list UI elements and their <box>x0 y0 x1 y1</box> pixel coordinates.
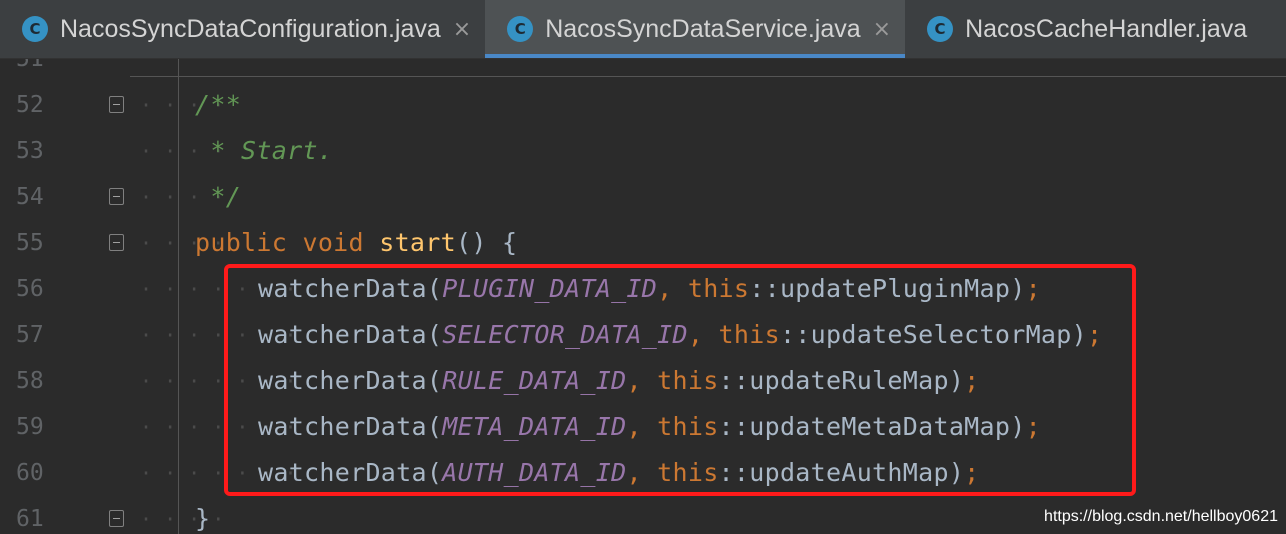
editor-tab-bar: C NacosSyncDataConfiguration.java × C Na… <box>0 0 1286 59</box>
close-icon[interactable]: × <box>873 17 891 42</box>
fold-toggle-icon[interactable] <box>109 510 124 527</box>
code-token: public <box>195 228 288 257</box>
code-token: void <box>302 228 364 257</box>
code-token: start <box>379 228 456 257</box>
code-text[interactable]: */ <box>195 174 241 220</box>
code-text[interactable]: public void start() { <box>195 220 517 266</box>
java-class-icon: C <box>22 16 48 42</box>
code-token: * Start. <box>195 136 334 165</box>
tab-nacos-sync-data-service[interactable]: C NacosSyncDataService.java × <box>485 0 906 58</box>
line-number: 59 <box>16 414 44 440</box>
line-number: 51 <box>16 59 44 72</box>
code-text[interactable]: * Start. <box>195 128 333 174</box>
code-line: 54 · · · · */ <box>0 174 1286 220</box>
highlight-box <box>224 264 1136 496</box>
line-number: 61 <box>16 506 44 532</box>
code-token: /** <box>195 90 242 119</box>
code-line: 55 · · · · public void start() { <box>0 220 1286 266</box>
fold-toggle-icon[interactable] <box>109 234 124 251</box>
code-editor[interactable]: 51 52 · · · ·/** 53 · · · · * Start. 54 · · ·… <box>0 59 1286 534</box>
indent-guide-dots: · · · · <box>140 507 225 531</box>
code-token: */ <box>195 182 242 211</box>
code-text[interactable]: } <box>195 496 210 534</box>
tab-nacos-cache-handler[interactable]: C NacosCacheHandler.java <box>905 0 1261 58</box>
line-number: 54 <box>16 184 44 210</box>
code-token: () { <box>456 228 518 257</box>
code-text[interactable]: /** <box>195 82 241 128</box>
line-number: 56 <box>16 276 44 302</box>
java-class-icon: C <box>507 16 534 42</box>
tab-label: NacosSyncDataService.java <box>545 14 861 43</box>
tab-label: NacosSyncDataConfiguration.java <box>60 14 441 43</box>
code-line: 53 · · · · * Start. <box>0 128 1286 174</box>
fold-toggle-icon[interactable] <box>109 96 124 113</box>
line-number: 60 <box>16 460 44 486</box>
close-icon[interactable]: × <box>453 17 471 42</box>
line-number: 53 <box>16 138 44 164</box>
line-number: 58 <box>16 368 44 394</box>
watermark: https://blog.csdn.net/hellboy0621 <box>1044 508 1278 525</box>
code-line: 51 <box>0 59 1286 82</box>
code-line: 52 · · · ·/** <box>0 82 1286 128</box>
line-number: 55 <box>16 230 44 256</box>
java-class-icon: C <box>927 16 954 42</box>
tab-label: NacosCacheHandler.java <box>965 14 1248 43</box>
line-number: 57 <box>16 322 44 348</box>
code-token: } <box>195 504 211 533</box>
line-number: 52 <box>16 92 44 118</box>
fold-toggle-icon[interactable] <box>109 188 124 205</box>
tab-nacos-sync-data-configuration[interactable]: C NacosSyncDataConfiguration.java × <box>0 0 485 58</box>
